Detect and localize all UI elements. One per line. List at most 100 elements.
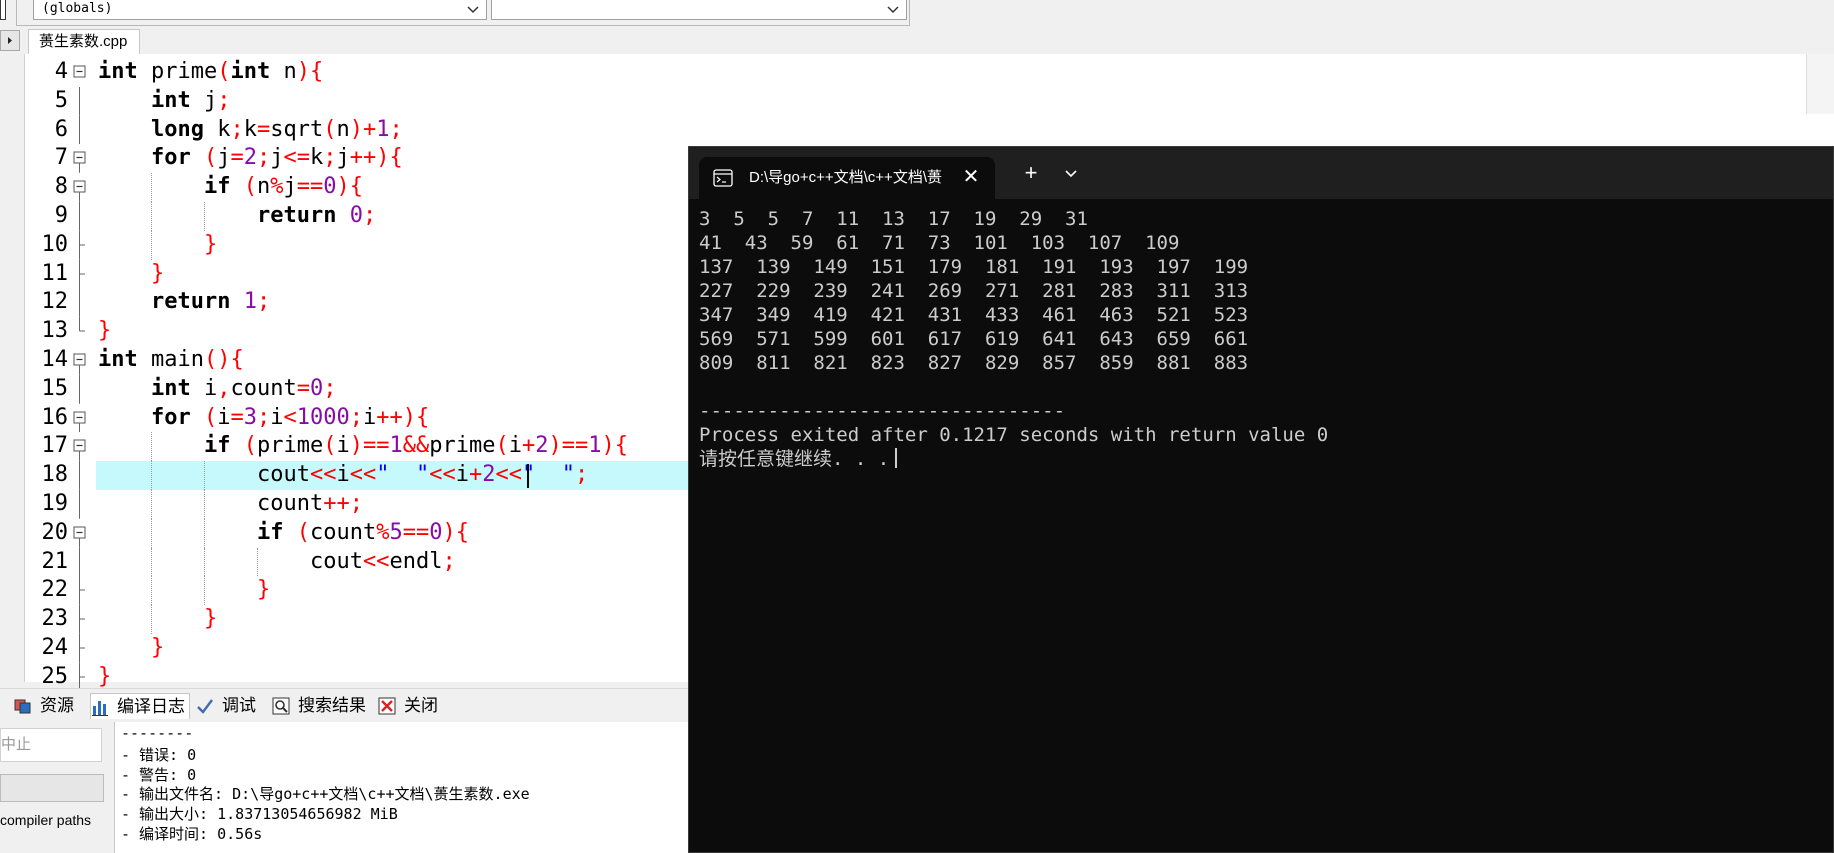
- code-token: ;: [323, 375, 337, 401]
- tab-bar-chart[interactable]: 编译日志: [90, 693, 190, 719]
- code-token: 1: [243, 289, 257, 315]
- tab-check[interactable]: 调试: [196, 693, 264, 719]
- code-token: for: [151, 404, 204, 430]
- code-token: <<: [309, 462, 337, 488]
- console-line: Process exited after 0.1217 seconds with…: [699, 423, 1328, 447]
- indent-guide: [151, 518, 152, 548]
- code-token: }: [98, 318, 112, 344]
- new-tab-icon[interactable]: +: [1019, 161, 1043, 185]
- toolbar-edge: [0, 0, 6, 20]
- code-token: j: [270, 145, 284, 171]
- console-title-bar[interactable]: D:\导go+c++文档\c++文档\蒉 ✕ +: [689, 147, 1833, 199]
- line-number: 14: [41, 346, 69, 372]
- chevron-down-icon[interactable]: [1059, 161, 1083, 185]
- indent-guide: [204, 547, 205, 577]
- triangle-right-icon: [8, 37, 12, 44]
- tab-close[interactable]: 关闭: [378, 693, 440, 719]
- indent-guide: [257, 547, 258, 577]
- code-token: k: [217, 116, 231, 142]
- abort-button[interactable]: 中止: [0, 728, 102, 762]
- code-token: 0: [429, 519, 443, 545]
- console-tab[interactable]: D:\导go+c++文档\c++文档\蒉 ✕: [699, 157, 995, 199]
- line-number: 11: [41, 260, 69, 286]
- code-text: int i,count=0;: [151, 375, 336, 404]
- code-text: int main(){: [98, 346, 244, 375]
- compiler-paths-label[interactable]: compiler paths: [0, 812, 91, 828]
- code-text: for (i=3;i<1000;i++){: [151, 404, 429, 433]
- panel-toggle-button[interactable]: [0, 30, 20, 51]
- console-line-text: 3 5 5 7 11 13 17 19 29 31: [699, 208, 1088, 230]
- code-token: ;: [256, 404, 271, 430]
- tab-resources[interactable]: 资源: [14, 693, 78, 719]
- chevron-down-icon: [467, 6, 479, 14]
- log-line: - 错误: 0: [121, 745, 197, 764]
- code-token: =: [256, 116, 271, 142]
- code-line[interactable]: 4 int prime(int n){: [55, 58, 796, 87]
- code-text: if (count%5==0){: [257, 519, 469, 548]
- line-number: 22: [41, 577, 69, 603]
- code-token: " ": [521, 462, 575, 488]
- tab-search-results[interactable]: 搜索结果: [272, 693, 372, 719]
- fold-minus-icon[interactable]: [70, 144, 90, 174]
- code-token: j: [217, 145, 231, 171]
- line-number: 19: [41, 490, 69, 516]
- line-number: 23: [41, 606, 69, 632]
- code-token: (: [296, 519, 310, 545]
- fold-minus-icon[interactable]: [70, 404, 90, 433]
- console-line: 3 5 5 7 11 13 17 19 29 31: [699, 207, 1328, 231]
- code-line[interactable]: 5 int j;: [55, 86, 796, 116]
- code-token: 0: [323, 174, 337, 200]
- member-combo[interactable]: [491, 0, 907, 20]
- console-line-text: 347 349 419 421 431 433 461 463 521 523: [699, 304, 1249, 326]
- code-token: (: [323, 433, 337, 459]
- fold-minus-icon[interactable]: [70, 519, 90, 548]
- fold-minus-icon[interactable]: [70, 432, 90, 462]
- code-text: }: [204, 231, 217, 260]
- code-token: =: [230, 404, 244, 430]
- console-line-text: --------------------------------: [699, 400, 1066, 422]
- code-token: main: [150, 346, 204, 372]
- code-token: =: [230, 145, 244, 171]
- console-line: 809 811 821 823 827 829 857 859 881 883: [699, 351, 1328, 375]
- code-token: return: [151, 289, 244, 315]
- fold-minus-icon[interactable]: [70, 58, 90, 87]
- code-token: )+: [349, 116, 377, 142]
- fold-line-icon: [79, 230, 85, 260]
- fold-minus-icon[interactable]: [70, 173, 90, 202]
- code-token: ;: [362, 202, 377, 228]
- editor-scrollbar[interactable]: [1806, 54, 1834, 114]
- scope-combo[interactable]: (globals): [33, 0, 487, 20]
- fold-minus-icon[interactable]: [70, 346, 90, 375]
- code-token: int: [230, 59, 284, 84]
- code-token: int: [98, 59, 151, 84]
- code-text: return 1;: [151, 288, 270, 317]
- indent-guide: [151, 605, 152, 634]
- console-window[interactable]: D:\导go+c++文档\c++文档\蒉 ✕ + 3 5 5 7 11 13 1…: [688, 146, 1834, 853]
- code-token: (: [243, 174, 257, 200]
- code-line[interactable]: 6 long k;k=sqrt(n)+1;: [55, 115, 796, 145]
- code-token: j: [203, 87, 218, 113]
- code-token: (: [243, 433, 257, 459]
- close-icon: [378, 697, 396, 715]
- close-tab-icon[interactable]: ✕: [961, 167, 981, 187]
- tab-file[interactable]: 蒉生素数.cpp: [28, 29, 140, 54]
- code-token: (: [203, 404, 218, 430]
- line-number: 16: [41, 404, 69, 430]
- code-token: <<: [429, 462, 456, 488]
- code-token: }: [257, 577, 271, 603]
- compile-progress-bar: [0, 774, 104, 802]
- code-token: ++;: [323, 490, 363, 516]
- code-token: " ": [376, 462, 430, 488]
- code-token: count: [230, 375, 297, 401]
- console-line: 569 571 599 601 617 619 641 643 659 661: [699, 327, 1328, 351]
- fold-line-icon: [79, 86, 80, 116]
- code-token: count: [257, 490, 324, 516]
- code-token: ){: [442, 519, 469, 545]
- code-token: n: [283, 59, 297, 84]
- code-token: 1000: [296, 404, 350, 430]
- code-token: )==: [349, 433, 390, 459]
- code-token: (: [203, 145, 218, 171]
- code-token: cout: [310, 548, 363, 574]
- compile-controls: 中止 compiler paths: [0, 720, 112, 853]
